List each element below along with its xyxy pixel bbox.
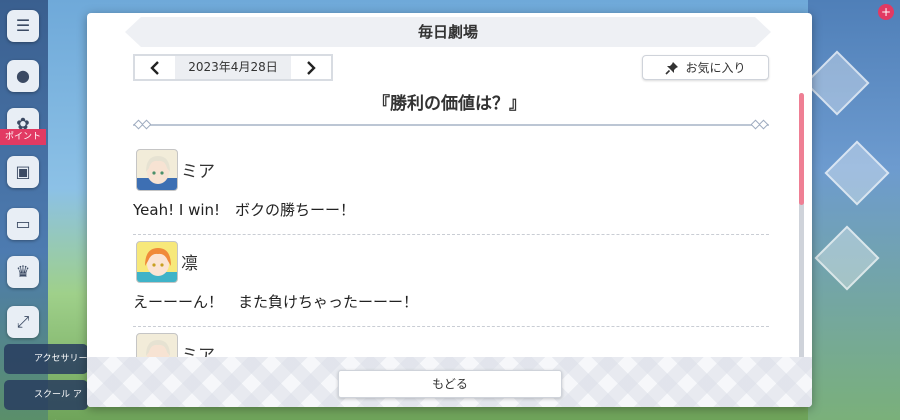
current-date: 2023年4月28日 [175,56,291,79]
divider-ornament [141,119,152,130]
dialog-footer: もどる [87,357,812,407]
dialogue-text: えーーーん！ また負けちゃったーーー！ [133,293,419,311]
background-accessory-button: アクセサリー [4,344,88,374]
scrollbar-thumb[interactable] [799,93,804,205]
rin-avatar [136,241,178,283]
background-right-panel [808,0,900,420]
favorite-button[interactable]: お気に入り [642,55,769,80]
background-school-item-button: スクール アイテム [4,380,88,410]
back-button[interactable]: もどる [338,370,562,398]
background-badge: ポイント [0,129,46,145]
add-icon: + [878,4,894,20]
scrollbar[interactable] [799,93,804,361]
prev-date-button[interactable] [135,56,175,79]
trophy-icon: ♛ [7,256,39,288]
title-divider [133,119,769,130]
dialogue-line: 凛 えーーーん！ また負けちゃったーーー！ [133,235,769,327]
daily-theater-dialog: 毎日劇場 2023年4月28日 お気に入り 『勝利の価値は？』 ミア Yeah!… [87,13,812,407]
favorite-label: お気に入り [685,61,746,75]
dialogue-text: Yeah! I win! ボクの勝ちーー！ [133,201,356,219]
episode-title: 『勝利の価値は？』 [373,94,526,114]
speaker-name: ミア [181,162,215,182]
next-date-button[interactable] [291,56,331,79]
expand-icon: ⤢ [7,306,39,338]
chevron-right-icon [307,60,316,75]
screen-icon: ▭ [7,208,39,240]
speaker-name: 凛 [181,254,198,274]
gift-icon: ▣ [7,156,39,188]
menu-icon: ☰ [7,10,39,42]
mia-avatar [136,149,178,191]
chevron-left-icon [150,60,159,75]
divider-ornament [750,119,761,130]
dialog-title: 毎日劇場 [125,17,771,47]
date-navigator: 2023年4月28日 [133,54,333,81]
dialogue-scroll-area[interactable]: ミア Yeah! I win! ボクの勝ちーー！ 凛 えーーーん！ また負けちゃ… [133,143,769,365]
chat-icon: ● [7,60,39,92]
pin-icon [665,61,679,75]
dialogue-line: ミア Yeah! I win! ボクの勝ちーー！ [133,143,769,235]
